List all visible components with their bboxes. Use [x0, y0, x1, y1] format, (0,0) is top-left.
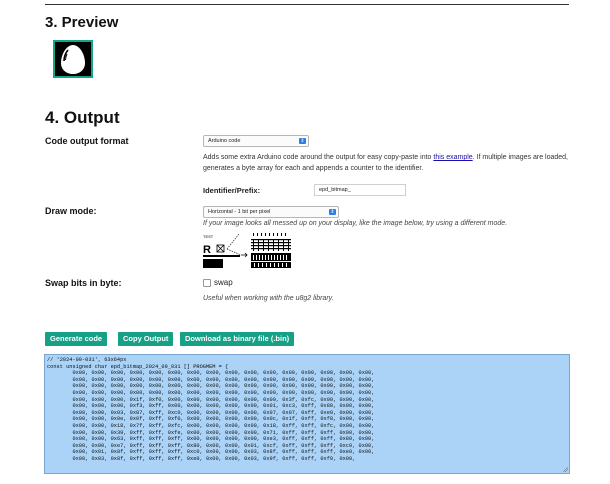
code-line: 0x00, 0x01, 0x8f, 0xff, 0xff, 0xff, 0xc0…: [47, 449, 375, 456]
section-divider: [45, 4, 569, 5]
draw-mode-select[interactable]: Horizontal - 1 bit per pixel ⇕: [203, 206, 339, 218]
preview-image: [53, 40, 93, 78]
code-line: 0x00, 0x00, 0x00, 0x00, 0x00, 0x00, 0x00…: [47, 389, 375, 396]
copy-output-button[interactable]: Copy Output: [118, 332, 174, 346]
chevron-updown-icon: ⇕: [299, 138, 306, 144]
output-heading: 4. Output: [45, 108, 120, 127]
sample-text: TEST: [203, 234, 214, 239]
identifier-label: Identifier/Prefix:: [203, 186, 261, 195]
example-link[interactable]: this example: [433, 154, 472, 161]
resize-handle-icon[interactable]: [563, 467, 568, 472]
code-line: 0x00, 0x00, 0x63, 0xff, 0xff, 0xff, 0x00…: [47, 436, 375, 443]
draw-mode-description: If your image looks all messed up on you…: [203, 220, 508, 227]
draw-mode-label: Draw mode:: [45, 206, 97, 216]
code-line: 0x00, 0x03, 0x8f, 0xff, 0xff, 0xff, 0xe0…: [47, 455, 356, 462]
identifier-input[interactable]: epd_bitmap_: [314, 184, 406, 196]
swap-bits-description: Useful when working with the u8g2 librar…: [203, 295, 334, 302]
code-line: 0x00, 0x00, 0x00, 0xf3, 0xff, 0x00, 0x00…: [47, 403, 375, 410]
code-line: 0x00, 0x00, 0x03, 0x87, 0xff, 0xc0, 0x00…: [47, 409, 375, 416]
code-line: 0x00, 0x00, 0x18, 0x7f, 0xff, 0xfc, 0x00…: [47, 422, 375, 429]
code-line: 0x00, 0x00, 0x00, 0x1f, 0xf0, 0x00, 0x00…: [47, 396, 375, 403]
code-line: 0x00, 0x00, 0x39, 0xff, 0xff, 0xfe, 0x00…: [47, 429, 375, 436]
code-format-desc-before: Adds some extra Arduino code around the …: [203, 154, 434, 161]
svg-text:R: R: [203, 244, 211, 256]
draw-mode-example-image: TEST R: [203, 231, 295, 274]
code-line: 0x00, 0x00, 0x00, 0x00, 0x00, 0x00, 0x00…: [47, 370, 375, 377]
code-line: // '2024-09-031', 63x64px: [47, 357, 127, 363]
code-line: 0x00, 0x00, 0xe7, 0xff, 0xff, 0xff, 0x80…: [47, 442, 375, 449]
egg-silhouette-icon: [61, 45, 85, 74]
code-format-select[interactable]: Arduino code ⇕: [203, 135, 309, 147]
code-format-label: Code output format: [45, 136, 129, 146]
swap-checkbox[interactable]: [203, 278, 211, 287]
chevron-updown-icon: ⇕: [329, 209, 336, 215]
swap-checkbox-label: swap: [214, 278, 233, 287]
code-line: 0x00, 0x00, 0x00, 0x00, 0x00, 0x00, 0x00…: [47, 383, 375, 390]
code-output-textarea[interactable]: // '2024-09-031', 63x64px const unsigned…: [44, 354, 570, 474]
code-line: 0x00, 0x00, 0x00, 0x00, 0x00, 0x00, 0x00…: [47, 376, 375, 383]
code-format-selected: Arduino code: [208, 138, 241, 144]
download-binary-button[interactable]: Download as binary file (.bin): [180, 332, 295, 346]
generate-code-button[interactable]: Generate code: [45, 332, 108, 346]
code-line: 0x00, 0x00, 0x0e, 0x0f, 0xff, 0xf0, 0x00…: [47, 416, 375, 423]
code-line: const unsigned char epd_bitmap_2024_09_0…: [47, 363, 229, 370]
swap-bits-label: Swap bits in byte:: [45, 278, 122, 288]
preview-heading: 3. Preview: [45, 14, 119, 31]
swap-checkbox-row[interactable]: swap: [203, 278, 233, 287]
draw-mode-selected: Horizontal - 1 bit per pixel: [208, 209, 271, 215]
code-format-description: Adds some extra Arduino code around the …: [203, 152, 573, 174]
